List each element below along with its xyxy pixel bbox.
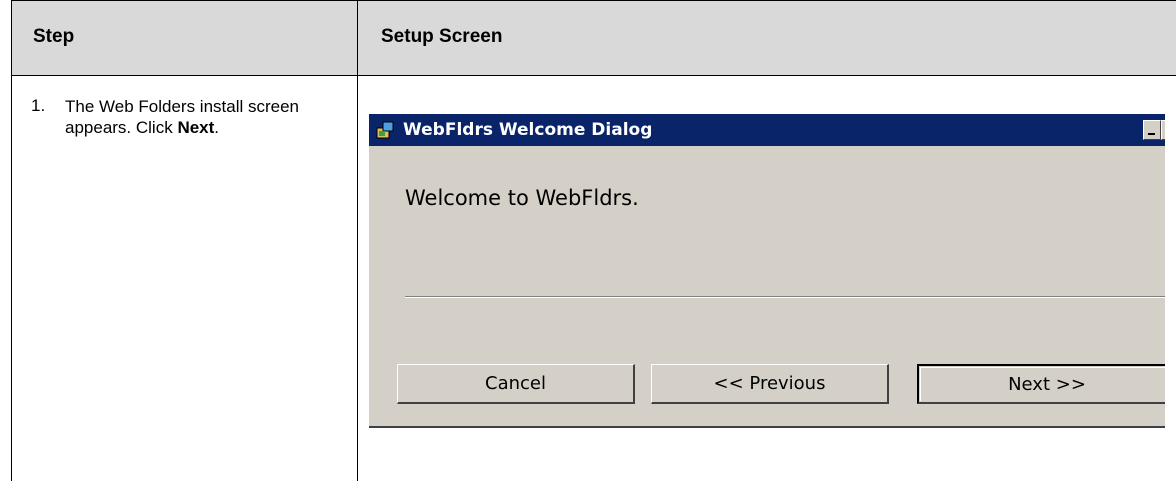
header-step: Step — [33, 26, 75, 47]
maximize-button[interactable] — [1161, 120, 1165, 140]
previous-button-label: << Previous — [713, 373, 826, 394]
cancel-button[interactable]: Cancel — [397, 364, 635, 404]
step-text-after: . — [214, 118, 220, 137]
installer-icon — [376, 121, 394, 139]
minimize-button[interactable] — [1143, 120, 1161, 140]
dialog-separator-highlight — [405, 297, 1165, 298]
header-setup-screen: Setup Screen — [381, 26, 503, 47]
next-button[interactable]: Next >> — [917, 364, 1165, 404]
next-button-label: Next >> — [1008, 373, 1086, 395]
cancel-button-label: Cancel — [485, 373, 546, 394]
step-instruction: The Web Folders install screen appears. … — [65, 96, 335, 138]
welcome-dialog-screenshot: WebFldrs Welcome Dialog Welcome to WebFl… — [369, 114, 1165, 428]
step-text-bold: Next — [177, 118, 215, 137]
step-number: 1. — [31, 96, 46, 115]
table-header: Step Setup Screen — [11, 0, 1176, 76]
table-left-border — [11, 0, 12, 481]
table-column-divider — [357, 0, 358, 481]
dialog-title: WebFldrs Welcome Dialog — [403, 120, 653, 140]
dialog-titlebar: WebFldrs Welcome Dialog — [369, 114, 1165, 146]
previous-button[interactable]: << Previous — [651, 364, 889, 404]
welcome-heading: Welcome to WebFldrs. — [405, 186, 639, 210]
